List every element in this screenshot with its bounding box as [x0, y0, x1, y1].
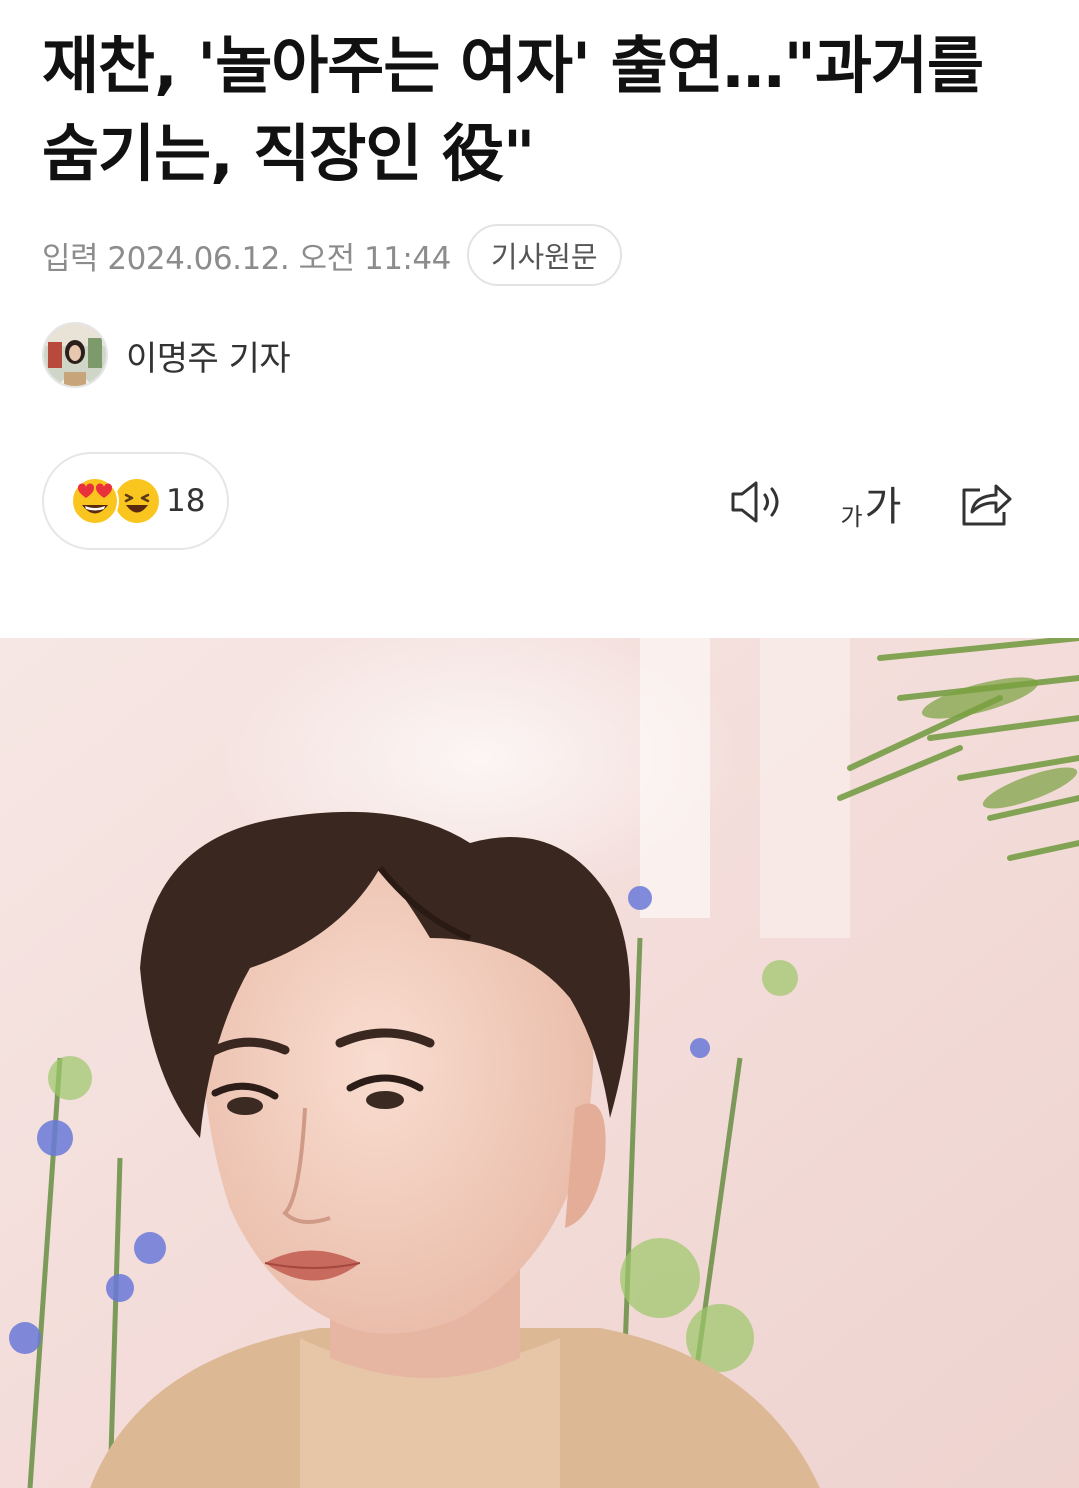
article-title: 재찬, '놀아주는 여자' 출연…"과거를 숨기는, 직장인 役"	[42, 29, 984, 190]
article-photo[interactable]	[0, 638, 1079, 1488]
speaker-icon	[731, 481, 779, 523]
font-size-large-label: 가	[864, 484, 902, 530]
reaction-button[interactable]: 18	[42, 452, 229, 550]
article-meta: 입력 2024.06.12. 오전 11:44 기사원문	[42, 222, 622, 288]
photo-illustration	[0, 638, 1079, 1488]
reaction-count: 18	[166, 483, 206, 519]
font-size-small-label: 가	[840, 503, 863, 531]
tts-button[interactable]	[726, 472, 786, 532]
author-info[interactable]: 이명주 기자	[42, 322, 291, 388]
author-name[interactable]: 이명주 기자	[126, 331, 291, 380]
share-icon	[962, 484, 1012, 526]
share-button[interactable]	[956, 472, 1016, 532]
original-article-button[interactable]: 기사원문	[466, 224, 622, 286]
heart-eyes-emoji-icon	[71, 477, 119, 525]
author-avatar[interactable]	[42, 322, 108, 388]
font-size-button[interactable]: 가 가	[836, 472, 906, 532]
reaction-emojis	[70, 476, 161, 526]
publish-date: 입력 2024.06.12. 오전 11:44	[42, 240, 451, 277]
